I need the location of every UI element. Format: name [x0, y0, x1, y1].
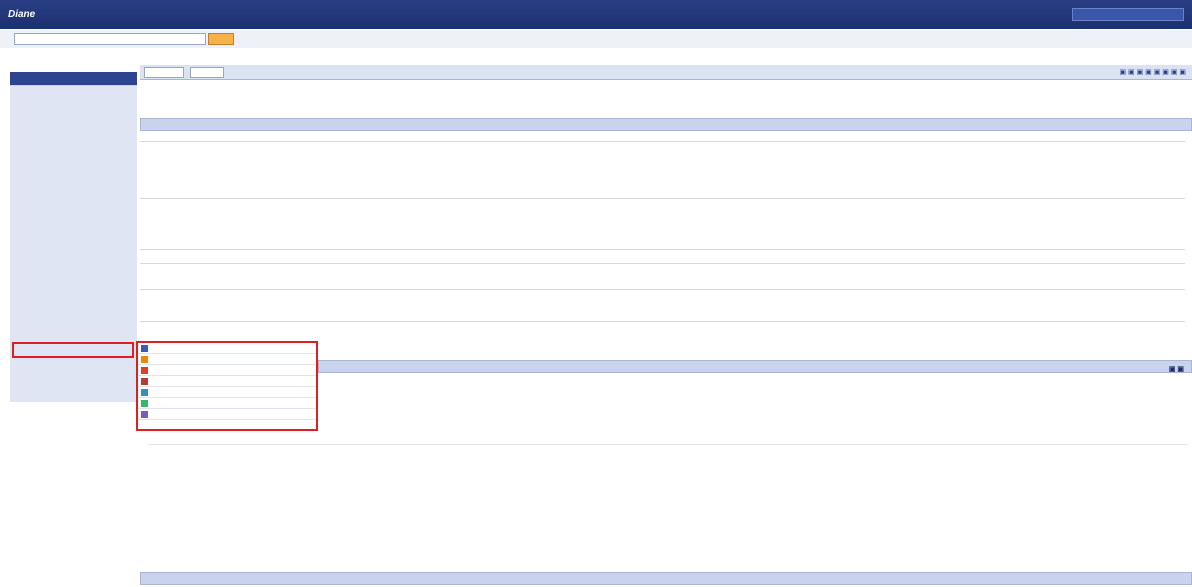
divider	[140, 321, 1185, 322]
divider	[148, 444, 1188, 445]
main-toolbar: ▣ ▣ ▣ ▣ ▣ ▣ ▣ ▣	[140, 65, 1192, 80]
divider	[140, 289, 1185, 290]
synthesis-label[interactable]: ▣ ▣	[1169, 365, 1184, 373]
financial-table	[140, 374, 1192, 574]
top-right-button[interactable]	[1072, 8, 1184, 21]
app-logo: Diane	[8, 9, 36, 20]
divider	[140, 198, 1185, 199]
divider	[140, 141, 1185, 142]
toolbar-actions[interactable]: ▣ ▣ ▣ ▣ ▣ ▣ ▣ ▣	[1119, 68, 1186, 76]
search-go-button[interactable]	[208, 33, 234, 45]
company-info-panel	[140, 141, 1192, 341]
bottom-section-bar[interactable]	[140, 572, 1192, 585]
table-icon	[141, 345, 148, 352]
identity-section-bar[interactable]	[140, 118, 1192, 131]
popup-menu-item[interactable]	[138, 354, 316, 365]
financial-section-bar[interactable]	[318, 360, 1192, 373]
search-row	[0, 30, 1192, 48]
highlighted-sidebar-item[interactable]	[12, 342, 134, 358]
compare-histogram-icon	[141, 367, 148, 374]
toolbar-button[interactable]	[190, 67, 224, 78]
toolbar-select[interactable]	[144, 67, 184, 78]
divider	[140, 263, 1185, 264]
app-header: Diane	[0, 0, 1192, 29]
popup-menu-item[interactable]	[138, 343, 316, 354]
histogram-icon	[141, 356, 148, 363]
divider	[140, 249, 1185, 250]
sidebar-back-button[interactable]	[10, 72, 137, 86]
search-input[interactable]	[14, 33, 206, 45]
